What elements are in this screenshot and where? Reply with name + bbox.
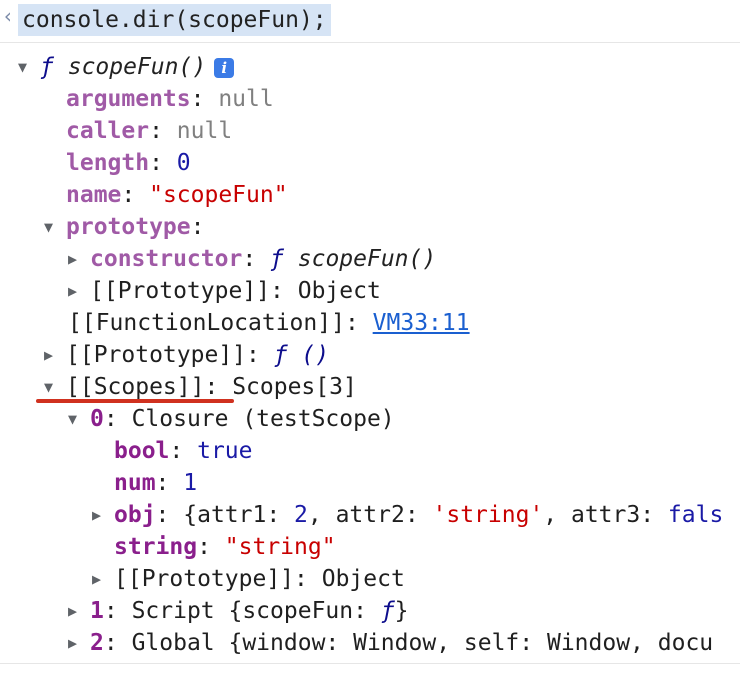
prop-key: caller xyxy=(66,118,150,144)
scope0-num: num: 1 xyxy=(114,470,198,496)
prop-function-location: [[FunctionLocation]]: VM33:11 xyxy=(68,310,470,336)
prop-caller: caller: null xyxy=(66,118,233,144)
collapsed-triangle-icon[interactable]: ▶ xyxy=(68,275,90,307)
prop-key: [[FunctionLocation]] xyxy=(68,310,345,336)
collapsed-triangle-icon[interactable]: ▶ xyxy=(92,499,114,531)
prop-value: scopeFun() xyxy=(297,246,437,272)
scope-value: Closure (testScope) xyxy=(131,406,395,432)
prop-key: prototype xyxy=(66,214,191,240)
scope0-prototype[interactable]: ▶ [[Prototype]]: Object xyxy=(92,563,405,595)
function-f-icon: ƒ xyxy=(380,598,395,624)
prop-constructor[interactable]: ▶ constructor: ƒ scopeFun() xyxy=(68,243,436,275)
prop-value: Object xyxy=(321,566,405,592)
prop-key: [[Prototype]] xyxy=(114,566,295,592)
prop-name: name: "scopeFun" xyxy=(66,182,288,208)
obj-preview-sep: , attr3: xyxy=(543,502,668,528)
prop-value: Scopes[3] xyxy=(232,374,357,400)
scope-value: Global {window: Window, self: Window, do… xyxy=(131,630,714,656)
prop-length: length: 0 xyxy=(66,150,191,176)
prop-key: num xyxy=(114,470,156,496)
scope0-string: string: "string" xyxy=(114,534,336,560)
function-name: scopeFun() xyxy=(67,54,207,80)
function-f-icon: ƒ xyxy=(270,246,284,272)
function-f-icon: ƒ xyxy=(40,54,54,80)
prop-key: bool xyxy=(114,438,170,464)
obj-preview-sep: , attr2: xyxy=(307,502,433,528)
prop-value: ƒ () xyxy=(273,342,330,368)
obj-attr3-value: fals xyxy=(667,502,724,528)
prop-key: string xyxy=(114,534,198,560)
prop-value: "string" xyxy=(224,534,336,560)
console-command[interactable]: console.dir(scopeFun); xyxy=(18,4,331,36)
prop-value: 0 xyxy=(176,150,191,176)
scope0-obj[interactable]: ▶ obj: {attr1: 2, attr2: 'string', attr3:… xyxy=(92,499,723,531)
collapsed-triangle-icon[interactable]: ▶ xyxy=(68,243,90,275)
divider xyxy=(0,663,740,664)
obj-preview-open: {attr1: xyxy=(183,502,295,528)
info-icon[interactable]: i xyxy=(214,57,235,78)
console-input-line: ‹ console.dir(scopeFun); xyxy=(0,0,740,43)
prop-key: obj xyxy=(114,502,156,528)
scope-index: 0 xyxy=(90,406,104,432)
collapsed-triangle-icon[interactable]: ▶ xyxy=(44,339,66,371)
prop-value: null xyxy=(176,118,233,144)
scope-0-row[interactable]: ▼ 0: Closure (testScope) xyxy=(68,403,395,435)
prop-prototype[interactable]: ▼ prototype: xyxy=(44,211,204,243)
scope-index: 1 xyxy=(90,598,104,624)
scope-1-row[interactable]: ▶ 1: Script {scopeFun: ƒ} xyxy=(68,595,409,627)
collapsed-triangle-icon[interactable]: ▶ xyxy=(68,595,90,627)
scope-close: } xyxy=(394,598,409,624)
prop-arguments: arguments: null xyxy=(66,86,274,112)
collapsed-triangle-icon[interactable]: ▶ xyxy=(68,627,90,659)
prompt-chevron-icon: ‹ xyxy=(2,4,15,28)
scope0-bool: bool: true xyxy=(114,438,253,464)
prop-key: [[Prototype]] xyxy=(90,278,271,304)
prop-key: name xyxy=(66,182,122,208)
scope-2-row[interactable]: ▶ 2: Global {window: Window, self: Window… xyxy=(68,627,713,659)
prop-value: null xyxy=(218,86,274,112)
prop-inner-prototype[interactable]: ▶ [[Prototype]]: Object xyxy=(68,275,381,307)
expand-triangle-icon[interactable]: ▼ xyxy=(44,211,66,243)
prop-key: [[Scopes]] xyxy=(66,374,205,400)
prop-key: length xyxy=(66,150,150,176)
scope-value: Script {scopeFun: xyxy=(131,598,381,624)
source-location-link[interactable]: VM33:11 xyxy=(373,310,470,336)
prop-value: 1 xyxy=(183,470,198,496)
prop-value: true xyxy=(197,438,253,464)
prop-key: arguments xyxy=(66,86,191,112)
prop-value: Object xyxy=(297,278,381,304)
obj-attr1-value: 2 xyxy=(294,502,308,528)
prop-outer-prototype[interactable]: ▶ [[Prototype]]: ƒ () xyxy=(44,339,329,371)
expand-triangle-icon[interactable]: ▼ xyxy=(68,403,90,435)
prop-value: "scopeFun" xyxy=(149,182,288,208)
obj-attr2-value: 'string' xyxy=(432,502,544,528)
expand-triangle-icon[interactable]: ▼ xyxy=(18,51,40,83)
prop-key: [[Prototype]] xyxy=(66,342,247,368)
collapsed-triangle-icon[interactable]: ▶ xyxy=(92,563,114,595)
scope-index: 2 xyxy=(90,630,104,656)
function-root-row[interactable]: ▼ ƒ scopeFun() i xyxy=(18,51,235,83)
prop-key: constructor xyxy=(90,246,243,272)
